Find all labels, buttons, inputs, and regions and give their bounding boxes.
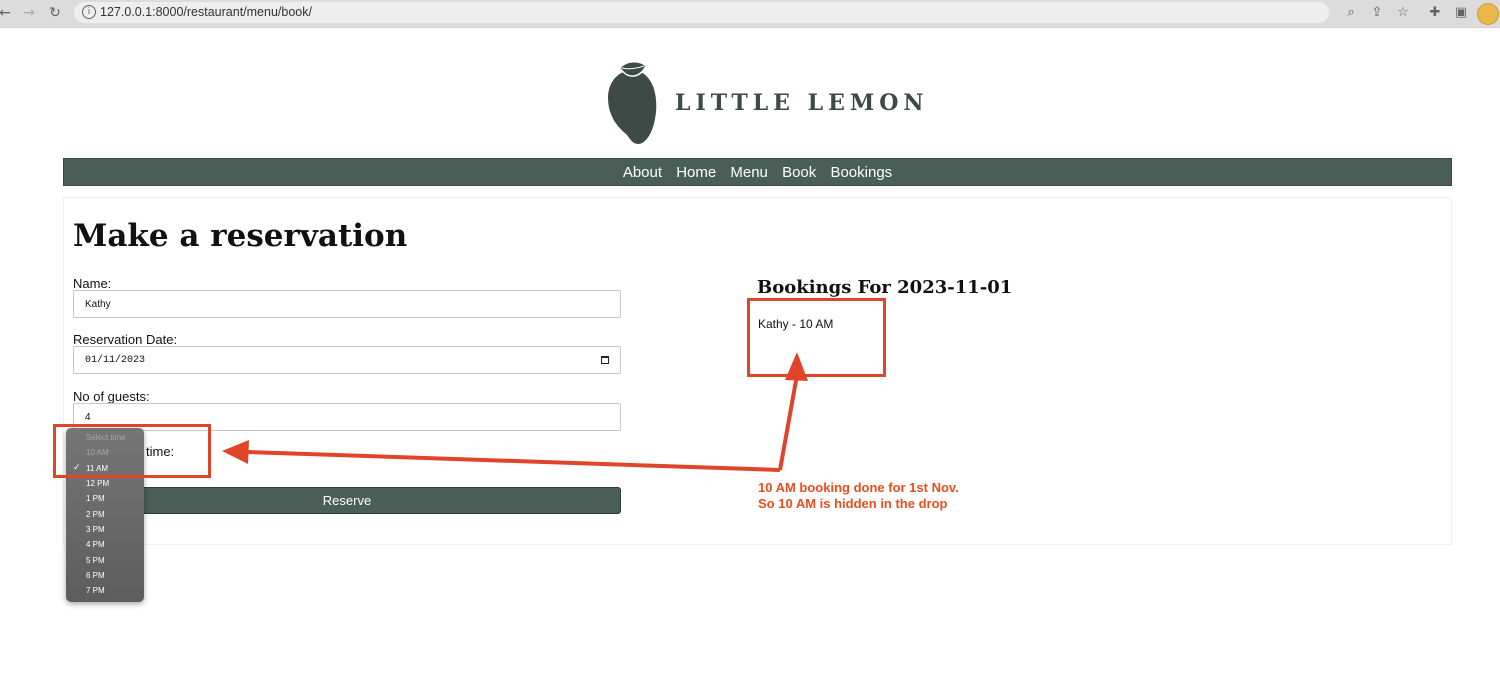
- annotation-line-2: So 10 AM is hidden in the drop: [758, 496, 948, 511]
- arrow-head-up-icon: [785, 352, 808, 381]
- arrow-head-left-icon: [222, 440, 249, 464]
- annotation-note: 10 AM booking done for 1st Nov. So 10 AM…: [758, 480, 959, 512]
- annotation-line-1: 10 AM booking done for 1st Nov.: [758, 480, 959, 495]
- annotation-arrows: [222, 352, 808, 472]
